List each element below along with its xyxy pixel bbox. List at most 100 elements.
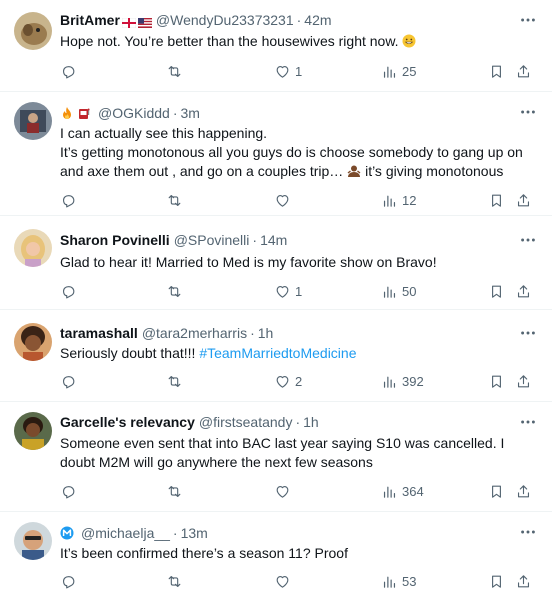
bookmark-button[interactable] [488, 61, 505, 81]
heart-icon [276, 375, 289, 388]
like-button[interactable] [274, 190, 295, 210]
views-count: 12 [402, 192, 417, 208]
user-handle[interactable]: @michaelja__ [81, 525, 170, 541]
avatar[interactable] [14, 412, 52, 450]
tweet-header: Sharon Povinelli @SPovinelli · 14m [60, 230, 512, 250]
reply-button[interactable] [60, 61, 81, 81]
timestamp[interactable]: 42m [304, 12, 331, 28]
tweet-header: BritAmer @WendyDu23373231 · 42m [60, 10, 512, 30]
bookmark-button[interactable] [488, 371, 505, 391]
tweet[interactable]: BritAmer @WendyDu23373231 · 42m Hope not… [0, 0, 552, 92]
views-bar-chart-icon [383, 576, 396, 588]
share-icon [517, 64, 530, 77]
retweet-button[interactable] [166, 571, 187, 591]
tweet-text: Glad to hear it! Married to Med is my fa… [60, 253, 536, 272]
display-name[interactable]: BritAmer [60, 12, 120, 28]
reply-button[interactable] [60, 571, 81, 591]
share-icon [517, 193, 530, 206]
retweet-icon [168, 65, 181, 77]
reply-button[interactable] [60, 371, 81, 391]
reply-icon [62, 485, 75, 498]
like-button[interactable]: 1 [274, 281, 302, 301]
tweet[interactable]: Sharon Povinelli @SPovinelli · 14m Glad … [0, 216, 552, 310]
user-handle[interactable]: @tara2merharris [142, 325, 247, 341]
views-button[interactable]: 392 [381, 371, 424, 391]
retweet-icon [168, 485, 181, 497]
reply-icon [62, 575, 75, 588]
views-bar-chart-icon [383, 195, 396, 207]
views-button[interactable]: 25 [381, 61, 416, 81]
display-name[interactable]: Garcelle's relevancy [60, 414, 195, 430]
share-button[interactable] [515, 61, 532, 81]
user-handle[interactable]: @OGKiddd [98, 105, 170, 121]
tweet[interactable]: Garcelle's relevancy @firstseatandy · 1h… [0, 402, 552, 512]
share-button[interactable] [515, 371, 532, 391]
views-button[interactable]: 50 [381, 281, 416, 301]
separator-dot: · [296, 12, 302, 28]
bookmark-button[interactable] [488, 571, 505, 591]
retweet-button[interactable] [166, 190, 187, 210]
display-name[interactable]: taramashall [60, 325, 138, 341]
avatar[interactable] [14, 12, 52, 50]
hashtag-link[interactable]: #TeamMarriedtoMedicine [199, 345, 356, 361]
avatar[interactable] [14, 102, 52, 140]
tweet-header: Garcelle's relevancy @firstseatandy · 1h [60, 412, 512, 432]
tweet[interactable]: @OGKiddd · 3m I can actually see this ha… [0, 92, 552, 216]
timestamp[interactable]: 1h [258, 325, 274, 341]
views-button[interactable]: 12 [381, 190, 416, 210]
share-button[interactable] [515, 190, 532, 210]
like-button[interactable] [274, 481, 295, 501]
tweet-header: taramashall @tara2merharris · 1h [60, 323, 512, 343]
like-button[interactable] [274, 571, 295, 591]
share-button[interactable] [515, 481, 532, 501]
bookmark-button[interactable] [488, 190, 505, 210]
like-button[interactable]: 1 [274, 61, 302, 81]
tweet-actions: 1 25 [0, 61, 552, 81]
tweet-actions: 1 50 [0, 281, 552, 301]
views-bar-chart-icon [383, 286, 396, 298]
retweet-button[interactable] [166, 61, 187, 81]
bookmark-icon [492, 575, 501, 588]
retweet-button[interactable] [166, 281, 187, 301]
bookmark-button[interactable] [488, 281, 505, 301]
avatar[interactable] [14, 522, 52, 560]
timestamp[interactable]: 1h [303, 414, 319, 430]
more-options-icon[interactable] [518, 522, 538, 542]
like-count: 1 [295, 63, 303, 79]
separator-dot: · [295, 414, 301, 430]
tweet-line: and axe them out , and go on a couples t… [60, 162, 536, 181]
user-handle[interactable]: @firstseatandy [199, 414, 293, 430]
more-options-icon[interactable] [518, 230, 538, 250]
share-button[interactable] [515, 281, 532, 301]
user-handle[interactable]: @SPovinelli [174, 232, 250, 248]
views-button[interactable]: 53 [381, 571, 416, 591]
reply-button[interactable] [60, 190, 81, 210]
like-button[interactable]: 2 [274, 371, 302, 391]
tweet[interactable]: taramashall @tara2merharris · 1h Serious… [0, 310, 552, 402]
person-shrugging-icon [347, 164, 361, 178]
bookmark-icon [492, 485, 501, 498]
share-icon [517, 574, 530, 587]
more-options-icon[interactable] [518, 412, 538, 432]
more-options-icon[interactable] [518, 102, 538, 122]
tweet[interactable]: @michaelja__ · 13m It’s been confirmed t… [0, 512, 552, 600]
slot-machine-icon [77, 106, 91, 120]
fire-icon [60, 106, 74, 120]
retweet-button[interactable] [166, 481, 187, 501]
timestamp[interactable]: 14m [260, 232, 287, 248]
avatar[interactable] [14, 323, 52, 361]
share-button[interactable] [515, 571, 532, 591]
user-handle[interactable]: @WendyDu23373231 [156, 12, 294, 28]
bookmark-button[interactable] [488, 481, 505, 501]
more-options-icon[interactable] [518, 10, 538, 30]
retweet-button[interactable] [166, 371, 187, 391]
separator-dot: · [250, 325, 255, 341]
avatar[interactable] [14, 229, 52, 267]
more-options-icon[interactable] [518, 323, 538, 343]
reply-button[interactable] [60, 281, 81, 301]
reply-button[interactable] [60, 481, 81, 501]
views-button[interactable]: 364 [381, 481, 424, 501]
display-name[interactable]: Sharon Povinelli [60, 232, 170, 248]
timestamp[interactable]: 13m [181, 525, 208, 541]
timestamp[interactable]: 3m [180, 105, 199, 121]
